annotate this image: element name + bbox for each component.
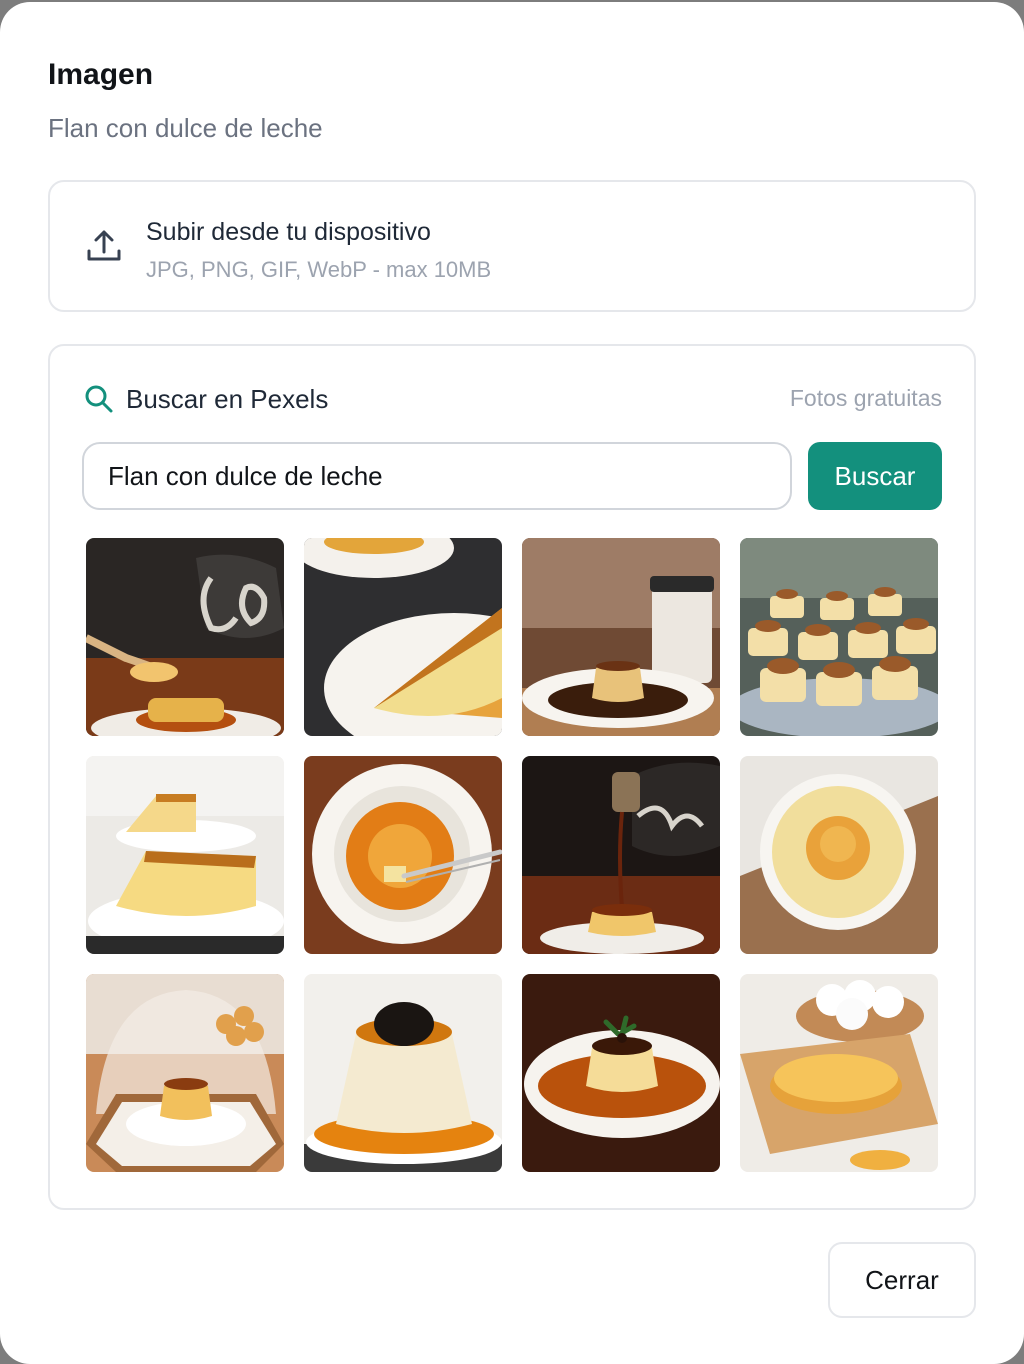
result-thumbnail[interactable] <box>522 974 720 1172</box>
image-flan-glass-dome <box>86 974 284 1172</box>
image-flan-slice-plate <box>304 538 502 736</box>
image-mini-flans-tray <box>740 538 938 736</box>
image-flan-eggs-board <box>740 974 938 1172</box>
upload-title: Subir desde tu dispositivo <box>146 218 431 246</box>
image-flan-chocolate-top <box>304 974 502 1172</box>
result-thumbnail[interactable] <box>740 974 938 1172</box>
upload-icon <box>87 230 121 261</box>
result-thumbnail[interactable] <box>86 538 284 736</box>
pexels-search-panel: Buscar en Pexels Fotos gratuitas Buscar <box>48 344 976 1210</box>
result-thumbnail[interactable] <box>522 756 720 954</box>
image-caramel-pour <box>522 756 720 954</box>
close-button[interactable]: Cerrar <box>828 1242 976 1318</box>
image-flan-bowl-fork <box>304 756 502 954</box>
image-flan-mint-garnish <box>522 974 720 1172</box>
image-flan-spoon-cafe <box>86 538 284 736</box>
image-flan-coffee-cup <box>522 538 720 736</box>
result-thumbnail[interactable] <box>86 756 284 954</box>
pexels-search-input[interactable] <box>82 442 792 510</box>
image-flan-slices-white <box>86 756 284 954</box>
result-thumbnail[interactable] <box>740 538 938 736</box>
image-flan-ramekin <box>740 756 938 954</box>
dialog-title: Imagen <box>48 58 154 91</box>
result-thumbnail[interactable] <box>86 974 284 1172</box>
pexels-heading: Buscar en Pexels <box>126 384 329 414</box>
result-thumbnail[interactable] <box>304 756 502 954</box>
free-photos-label: Fotos gratuitas <box>789 385 942 411</box>
search-icon <box>85 385 113 413</box>
result-thumbnail[interactable] <box>522 538 720 736</box>
upload-formats: JPG, PNG, GIF, WebP - max 10MB <box>146 257 492 282</box>
result-thumbnail[interactable] <box>304 974 502 1172</box>
dialog-subtitle: Flan con dulce de leche <box>48 113 323 143</box>
result-thumbnail[interactable] <box>740 756 938 954</box>
search-button[interactable]: Buscar <box>808 442 942 510</box>
image-picker-dialog: Imagen Flan con dulce de leche Subir des… <box>0 2 1024 1364</box>
upload-from-device-button[interactable]: Subir desde tu dispositivo JPG, PNG, GIF… <box>48 180 976 312</box>
result-thumbnail[interactable] <box>304 538 502 736</box>
